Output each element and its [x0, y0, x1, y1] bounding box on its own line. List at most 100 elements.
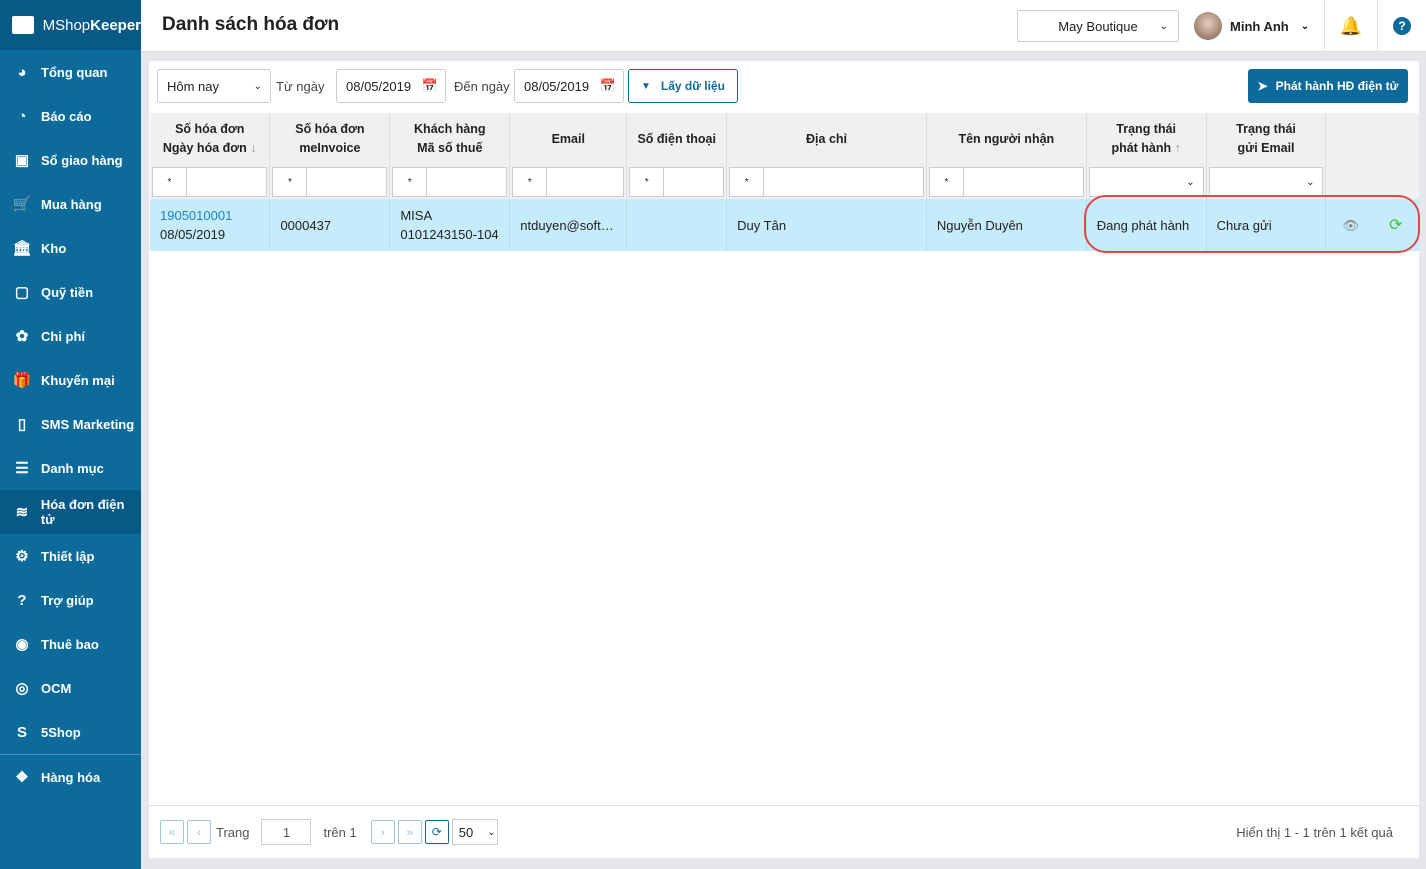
user-menu[interactable]: Minh Anh ⌄	[1194, 12, 1309, 40]
phone-icon: ▯	[17, 416, 27, 433]
first-page-button[interactable]: «	[160, 820, 184, 844]
chevron-down-icon: ⌄	[253, 80, 262, 92]
cart-icon: 🛒	[12, 196, 32, 213]
last-page-button[interactable]: »	[397, 820, 422, 844]
column-header-2[interactable]: Số hóa đơn meInvoice	[269, 113, 391, 165]
pagination: « ‹ Trang 1 trên 1 › » ⟳ 50 ⌄ Hiển thị 1 …	[149, 805, 1419, 858]
from-date-input[interactable]: 08/05/2019 📅	[336, 69, 446, 103]
column-header-1[interactable]: Số hóa đơn Ngày hóa đơn ↓	[150, 113, 271, 165]
column-header-8[interactable]: Trạng thái phát hành ↑	[1086, 113, 1207, 165]
sidebar-item-8[interactable]: 🎁 Khuyến mại	[0, 358, 141, 402]
user-icon: ◉	[15, 636, 29, 653]
send-icon: ➤	[1257, 79, 1268, 93]
column-filter-5[interactable]: *	[626, 165, 728, 199]
chevron-down-icon: ⌄	[487, 826, 496, 838]
next-page-button[interactable]: ›	[370, 820, 395, 844]
sidebar-item-5[interactable]: 🏛 Kho	[0, 226, 141, 270]
filter-operator[interactable]: *	[153, 168, 187, 196]
help-icon: ?	[17, 591, 27, 609]
sidebar-item-6[interactable]: ▢ Quỹ tiền	[0, 270, 141, 314]
sidebar-item-2[interactable]: ◔ Báo cáo	[0, 94, 141, 138]
calendar-icon[interactable]: 📅	[422, 78, 438, 94]
column-header-7[interactable]: Tên người nhận	[926, 113, 1087, 165]
delivery-icon: ▣	[14, 152, 30, 169]
calendar-icon[interactable]: 📅	[600, 78, 616, 94]
filter-operator[interactable]: *	[930, 168, 964, 196]
column-filter-1[interactable]: *	[150, 165, 271, 199]
page-size-select[interactable]: 50 ⌄	[451, 819, 498, 845]
sidebar-item-14[interactable]: ◉ Thuê bao	[0, 622, 141, 666]
top-bar: Danh sách hóa đơn May Boutique ⌄ Minh Anh…	[141, 0, 1426, 52]
filter-operator[interactable]: *	[273, 168, 308, 196]
warehouse-icon: 🏛	[12, 240, 32, 257]
fetch-data-button[interactable]: ▼ Lấy dữ liệu	[628, 69, 738, 103]
prev-page-button[interactable]: ‹	[187, 820, 211, 844]
gift-icon: 🎁	[12, 372, 32, 389]
safe-icon: ▢	[14, 284, 30, 301]
sort-up-icon: ↑	[1174, 141, 1181, 155]
sidebar-item-3[interactable]: ▣ Sổ giao hàng	[0, 138, 141, 182]
filter-operator[interactable]: *	[630, 168, 665, 196]
help-button[interactable]: ?	[1377, 0, 1426, 52]
invoice-icon: ≋	[15, 504, 29, 521]
page-title: Danh sách hóa đơn	[162, 14, 340, 35]
page-input[interactable]: 1	[261, 819, 312, 845]
sidebar-item-15[interactable]: ◎ OCM	[0, 666, 141, 710]
5shop-icon: S	[16, 723, 27, 741]
dashboard-icon: ◕	[17, 63, 27, 81]
sidebar-item-12[interactable]: ⚙ Thiết lập	[0, 534, 141, 578]
filter-icon: ▼	[641, 80, 651, 92]
sidebar-item-17[interactable]: ❖ Hàng hóa	[0, 755, 141, 799]
column-filter-6[interactable]: *	[726, 165, 927, 199]
issue-einvoice-button[interactable]: ➤ Phát hành HĐ điện tử	[1248, 69, 1408, 103]
to-date-input[interactable]: 08/05/2019 📅	[514, 69, 624, 103]
sidebar-item-1[interactable]: ◕ Tổng quan	[0, 50, 141, 94]
list-icon: ☰	[15, 460, 29, 477]
shop-bag-icon	[12, 16, 34, 34]
invoice-number-link[interactable]: 1905010001	[160, 206, 269, 225]
column-filter-8[interactable]: ⌄	[1086, 165, 1207, 199]
avatar	[1194, 12, 1222, 40]
gear-icon: ⚙	[15, 548, 29, 565]
chevron-down-icon: ⌄	[1186, 176, 1195, 188]
column-header-3[interactable]: Khách hàng Mã số thuế	[389, 113, 511, 165]
result-summary: Hiển thị 1 - 1 trên 1 kết quả	[1236, 824, 1393, 840]
store-select[interactable]: May Boutique ⌄	[1017, 10, 1179, 42]
sidebar-item-4[interactable]: 🛒 Mua hàng	[0, 182, 141, 226]
column-header-4[interactable]: Email	[509, 113, 628, 165]
column-filter-7[interactable]: *	[926, 165, 1087, 199]
filter-operator[interactable]: *	[513, 168, 548, 196]
ocm-icon: ◎	[15, 680, 29, 697]
column-filter-9[interactable]: ⌄	[1206, 165, 1327, 199]
sidebar-item-13[interactable]: ? Trợ giúp	[0, 578, 141, 622]
column-filter-2[interactable]: *	[269, 165, 391, 199]
from-label: Từ ngày	[276, 79, 325, 94]
chevron-down-icon: ⌄	[1159, 20, 1168, 32]
chevron-down-icon: ⌄	[1300, 20, 1310, 32]
sidebar-item-10[interactable]: ☰ Danh mục	[0, 446, 141, 490]
column-header-5[interactable]: Số điện thoại	[626, 113, 728, 165]
invoice-panel: Hôm nay ⌄ Từ ngày 08/05/2019 📅 Đến ngày 08…	[149, 61, 1420, 858]
chevron-down-icon: ⌄	[1306, 176, 1315, 188]
sidebar-item-7[interactable]: ✿ Chi phí	[0, 314, 141, 358]
filter-operator[interactable]: *	[730, 168, 765, 196]
money-icon: ✿	[15, 328, 29, 345]
actions-filter	[1325, 165, 1419, 199]
to-label: Đến ngày	[454, 79, 510, 94]
column-filter-3[interactable]: *	[389, 165, 511, 199]
sidebar-item-9[interactable]: ▯ SMS Marketing	[0, 402, 141, 446]
column-header-9[interactable]: Trạng thái gửi Email	[1206, 113, 1327, 165]
sidebar-item-11[interactable]: ≋ Hóa đơn điện tử	[0, 490, 141, 534]
pie-chart-icon: ◔	[17, 107, 27, 125]
sidebar: MShop Keeper ◕ Tổng quan ◔ Báo cáo ▣ Sổ giao h…	[0, 0, 141, 869]
highlight-annotation	[1084, 195, 1420, 253]
bell-icon[interactable]: 🔔	[1324, 0, 1377, 52]
period-select[interactable]: Hôm nay ⌄	[157, 69, 271, 103]
actions-header	[1325, 113, 1419, 165]
column-filter-4[interactable]: *	[509, 165, 628, 199]
sidebar-item-16[interactable]: S 5Shop	[0, 710, 141, 754]
filter-operator[interactable]: *	[393, 168, 428, 196]
column-header-6[interactable]: Địa chỉ	[726, 113, 927, 165]
refresh-button[interactable]: ⟳	[424, 820, 449, 844]
logo[interactable]: MShop Keeper	[0, 0, 141, 50]
